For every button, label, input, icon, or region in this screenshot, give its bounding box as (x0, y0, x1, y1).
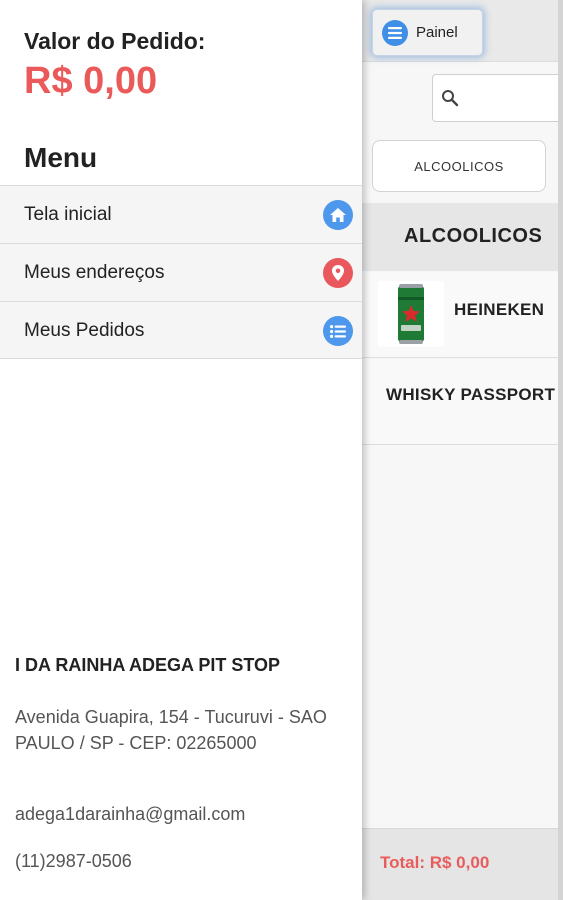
search-icon (441, 89, 459, 112)
menu-list-icon (382, 19, 408, 46)
main-panel: ALCOOLICOS ALCOOLICOS HEINEKEN WHISKY PA… (362, 0, 558, 900)
menu-list: Tela inicial Meus endereços Meus Pedidos (0, 185, 362, 359)
store-address: Avenida Guapira, 154 - Tucuruvi - SAO PA… (15, 707, 327, 753)
map-pin-icon (323, 258, 353, 288)
list-icon (323, 316, 353, 346)
panel-toggle-button[interactable]: Painel (372, 9, 483, 56)
menu-item-label: Tela inicial (24, 204, 112, 225)
store-name: I DA RAINHA ADEGA PIT STOP (15, 655, 281, 675)
panel-toggle-label: Painel (416, 24, 458, 41)
order-value: R$ 0,00 (24, 60, 158, 102)
menu-title: Menu (24, 142, 98, 173)
store-email[interactable]: adega1darainha@gmail.com (15, 804, 245, 825)
product-name: WHISKY PASSPORT (386, 385, 556, 404)
product-item[interactable]: WHISKY PASSPORT (362, 359, 558, 445)
search-input[interactable] (432, 74, 558, 122)
product-name: HEINEKEN (454, 300, 545, 319)
category-button-alcoolicos[interactable]: ALCOOLICOS (372, 140, 546, 192)
home-icon (323, 200, 353, 230)
cart-total: Total: R$ 0,00 (380, 853, 490, 872)
side-drawer: Valor do Pedido: R$ 0,00 Menu Tela inici… (0, 0, 362, 900)
scroll-edge (558, 0, 563, 900)
cart-footer: Total: R$ 0,00 (362, 828, 558, 900)
menu-item-home[interactable]: Tela inicial (0, 185, 362, 243)
store-phone[interactable]: (11)2987-0506 (15, 851, 132, 872)
menu-item-addresses[interactable]: Meus endereços (0, 243, 362, 301)
order-value-label: Valor do Pedido: (24, 28, 206, 54)
menu-item-orders[interactable]: Meus Pedidos (0, 301, 362, 359)
product-item[interactable]: HEINEKEN (362, 272, 558, 358)
menu-item-label: Meus Pedidos (24, 320, 145, 341)
menu-item-label: Meus endereços (24, 262, 165, 283)
category-header: ALCOOLICOS (362, 203, 558, 271)
beer-can-icon (378, 281, 444, 347)
